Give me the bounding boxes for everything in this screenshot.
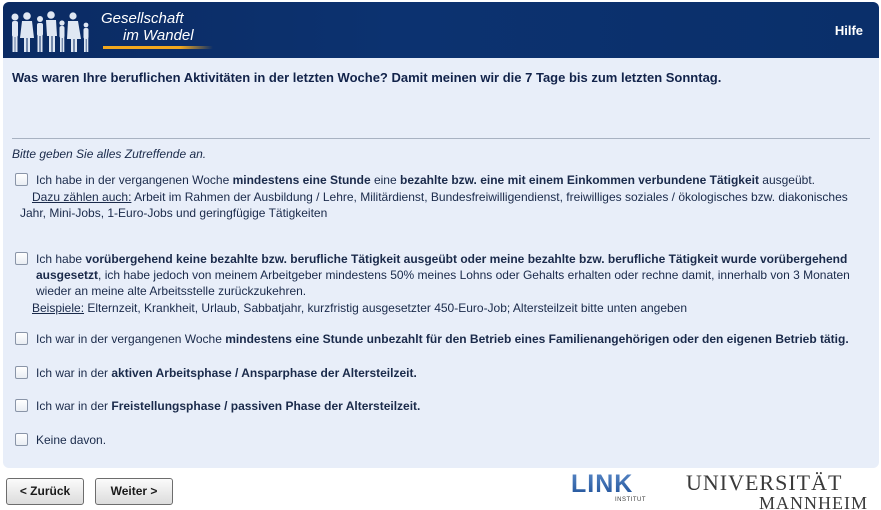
brand-line-2: im Wandel xyxy=(123,27,194,44)
option-5-label[interactable]: Ich war in der Freistellungsphase / pass… xyxy=(15,398,873,414)
option-1-note: Dazu zählen auch: Arbeit im Rahmen der A… xyxy=(32,190,848,204)
checkbox-option-5[interactable] xyxy=(15,399,28,412)
option-unpaid-family-work: Ich war in der vergangenen Woche mindest… xyxy=(15,331,873,347)
checkbox-option-4[interactable] xyxy=(15,366,28,379)
option-1-label[interactable]: Ich habe in der vergangenen Woche mindes… xyxy=(15,172,873,188)
brand-underline xyxy=(103,46,213,49)
checkbox-option-6[interactable] xyxy=(15,433,28,446)
link-institut-logo: LINK INSTITUT xyxy=(571,470,646,503)
divider xyxy=(12,138,870,139)
option-4-label[interactable]: Ich war in der aktiven Arbeitsphase / An… xyxy=(15,365,873,381)
uni-line-1: UNIVERSITÄT xyxy=(686,470,843,495)
option-6-label[interactable]: Keine davon. xyxy=(15,432,873,448)
option-2-label[interactable]: Ich habe vorübergehend keine bezahlte bz… xyxy=(15,251,873,299)
help-link[interactable]: Hilfe xyxy=(835,23,863,38)
option-temporary-absence: Ich habe vorübergehend keine bezahlte bz… xyxy=(15,251,873,316)
brand-logo-text: Gesellschaft im Wandel xyxy=(101,10,194,44)
option-active-partial-retirement: Ich war in der aktiven Arbeitsphase / An… xyxy=(15,365,873,381)
back-button[interactable]: < Zurück xyxy=(6,478,84,505)
option-paid-work: Ich habe in der vergangenen Woche mindes… xyxy=(15,172,873,221)
option-2-note: Beispiele: Elternzeit, Krankheit, Urlaub… xyxy=(32,301,688,315)
uni-line-2: MANNHEIM xyxy=(759,493,868,510)
header-bar: Gesellschaft im Wandel Hilfe xyxy=(3,2,879,58)
survey-frame: Gesellschaft im Wandel Hilfe Was waren I… xyxy=(3,2,879,468)
note-label: Dazu zählen auch: xyxy=(32,190,132,204)
link-logo-text: LINK xyxy=(571,470,633,498)
checkbox-option-2[interactable] xyxy=(15,252,28,265)
next-button[interactable]: Weiter > xyxy=(95,478,173,505)
note-label: Beispiele: xyxy=(32,301,85,315)
option-passive-partial-retirement: Ich war in der Freistellungsphase / pass… xyxy=(15,398,873,414)
question-text: Was waren Ihre beruflichen Aktivitäten i… xyxy=(12,70,722,85)
checkbox-option-3[interactable] xyxy=(15,332,28,345)
link-logo-subtext: INSTITUT xyxy=(615,497,646,503)
university-mannheim-logo: UNIVERSITÄT MANNHEIM xyxy=(686,472,868,510)
brand-line-1: Gesellschaft xyxy=(101,10,184,27)
option-3-label[interactable]: Ich war in der vergangenen Woche mindest… xyxy=(15,331,873,347)
option-1-note-cont: Jahr, Mini-Jobs, 1-Euro-Jobs und geringf… xyxy=(20,206,328,220)
instruction-text: Bitte geben Sie alles Zutreffende an. xyxy=(12,147,207,161)
checkbox-option-1[interactable] xyxy=(15,173,28,186)
people-silhouettes-logo xyxy=(11,11,89,52)
option-none: Keine davon. xyxy=(15,432,873,448)
